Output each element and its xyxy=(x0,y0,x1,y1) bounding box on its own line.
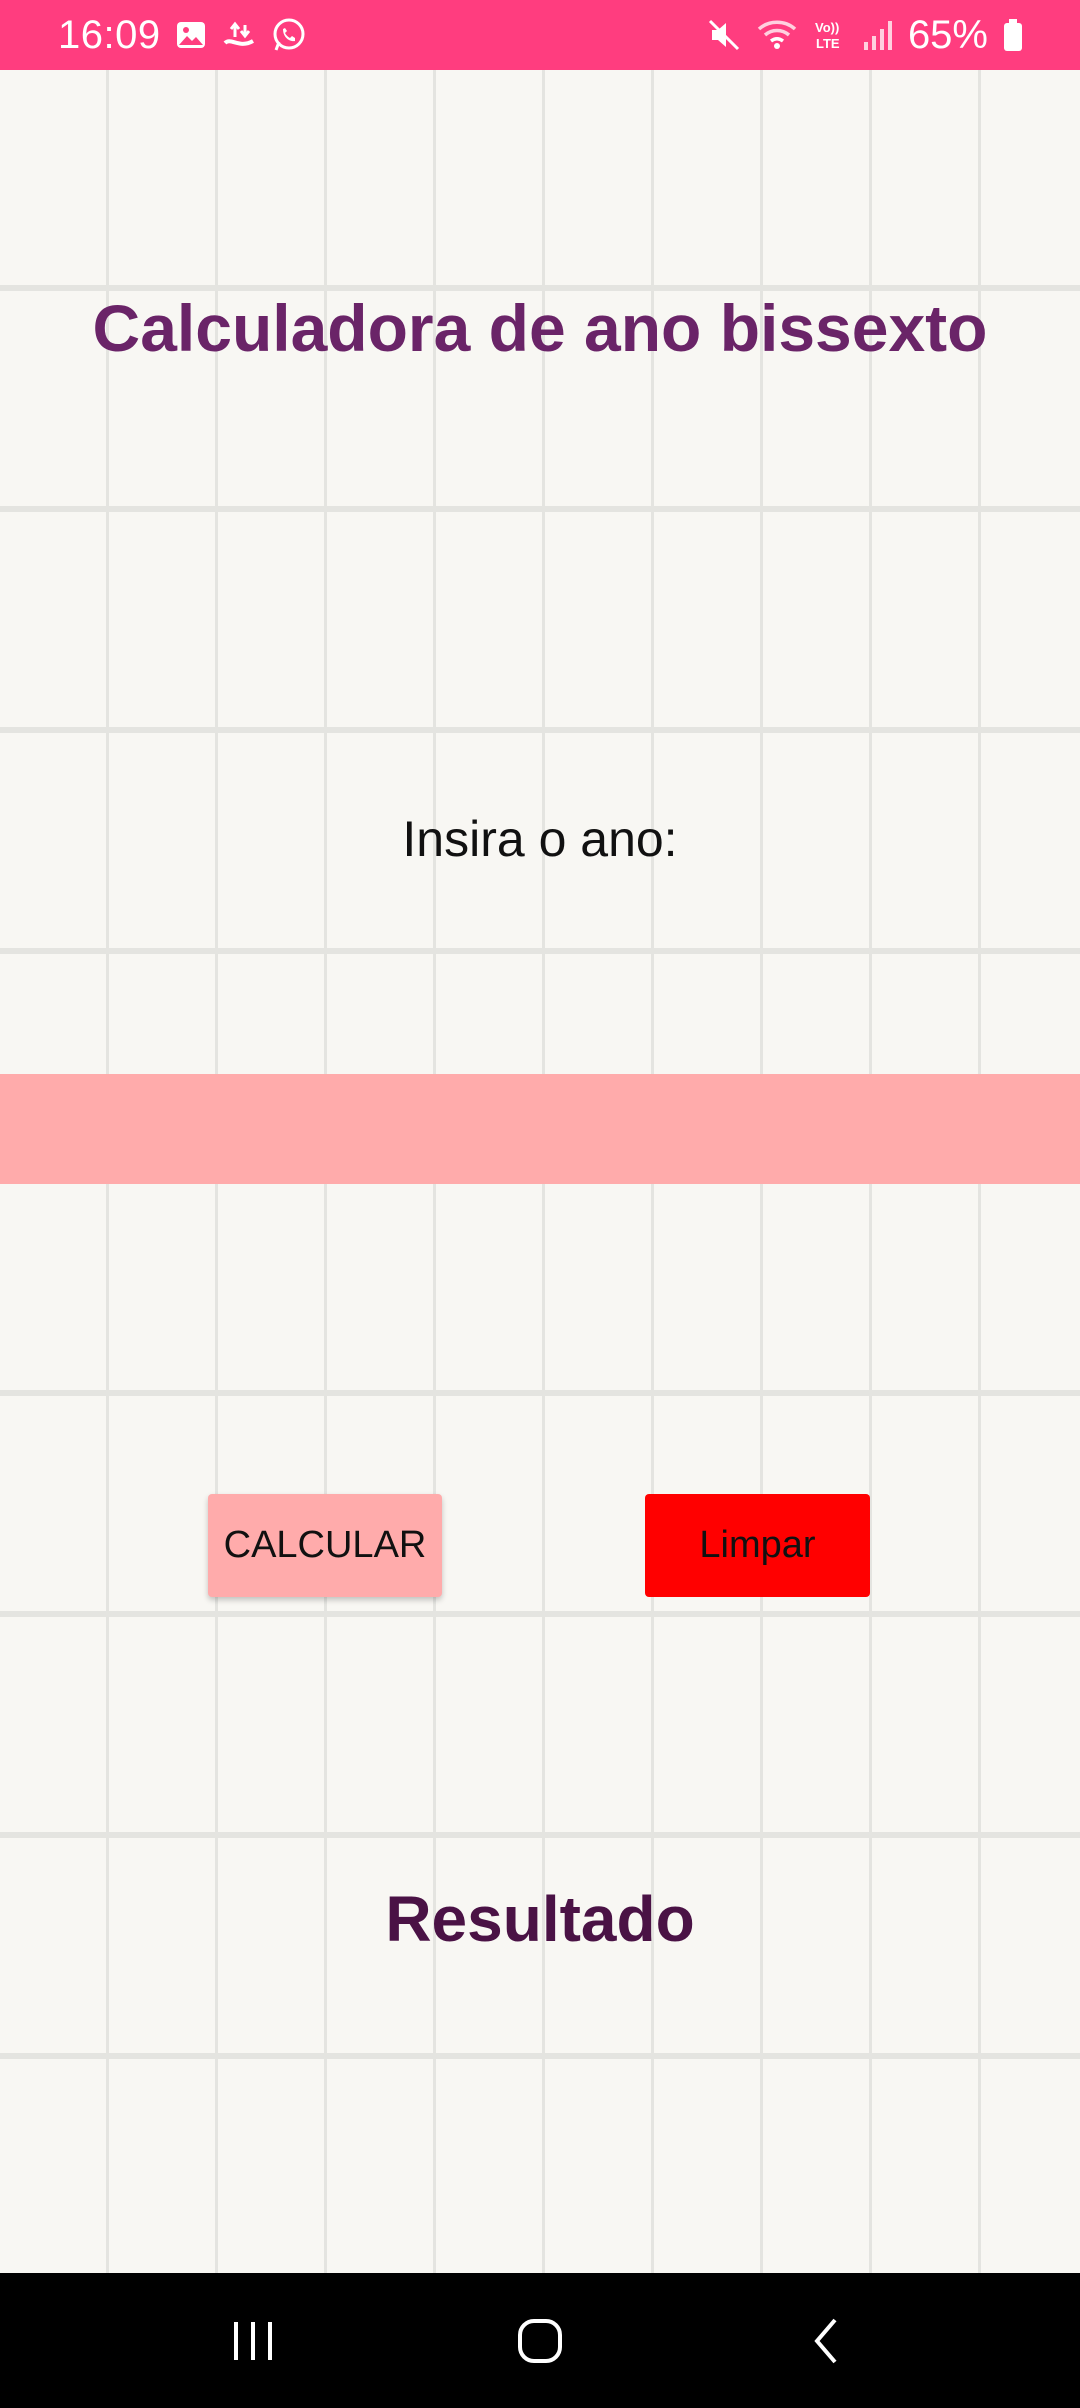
signal-icon xyxy=(862,18,894,52)
calculate-button[interactable]: CALCULAR xyxy=(208,1494,442,1597)
navigation-bar xyxy=(0,2273,1080,2408)
app-screen: 16:09 Vo)) LTE 65% Calculadora de ano bi… xyxy=(0,0,1080,2408)
mute-icon xyxy=(706,17,742,53)
year-input[interactable] xyxy=(0,1074,1080,1184)
status-bar-right: Vo)) LTE 65% xyxy=(706,13,1024,58)
year-prompt-label: Insira o ano: xyxy=(402,811,678,867)
svg-text:LTE: LTE xyxy=(816,36,840,51)
back-icon[interactable] xyxy=(767,2296,887,2386)
battery-percent: 65% xyxy=(907,12,988,57)
status-bar-left: 16:09 xyxy=(58,13,307,58)
svg-text:Vo)): Vo)) xyxy=(815,20,839,35)
gallery-icon xyxy=(175,19,207,51)
status-bar: 16:09 Vo)) LTE 65% xyxy=(0,0,1080,70)
home-icon[interactable] xyxy=(480,2296,600,2386)
page-title: Calculadora de ano bissexto xyxy=(92,291,988,365)
status-time: 16:09 xyxy=(58,12,161,57)
recent-apps-icon[interactable] xyxy=(193,2296,313,2386)
clear-button[interactable]: Limpar xyxy=(645,1494,870,1597)
result-label: Resultado xyxy=(385,1883,695,1955)
volte-icon: Vo)) LTE xyxy=(812,17,848,53)
battery-icon xyxy=(1002,17,1024,53)
hotspot-icon xyxy=(221,19,257,51)
wifi-icon xyxy=(756,17,798,53)
whatsapp-icon xyxy=(271,17,307,53)
